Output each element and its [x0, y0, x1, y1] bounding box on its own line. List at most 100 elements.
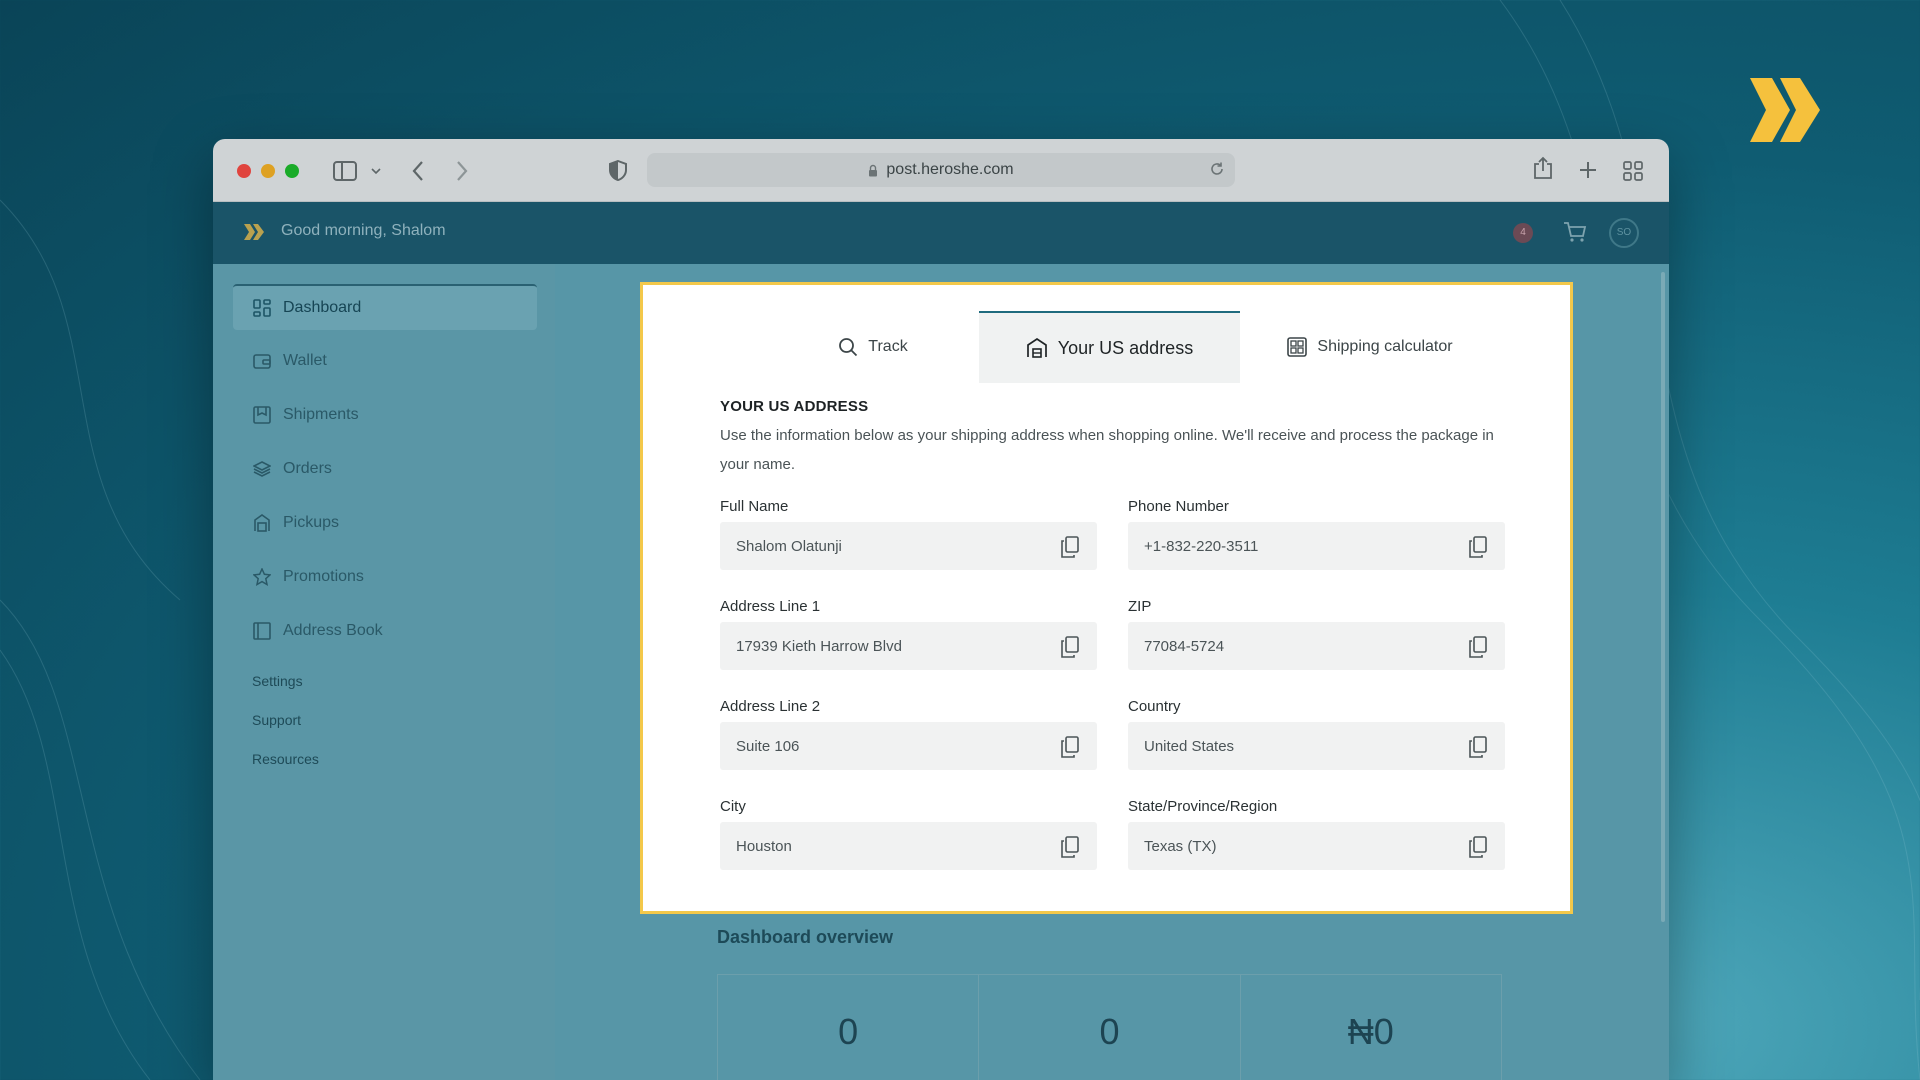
field-value-box[interactable]: +1-832-220-3511	[1128, 522, 1505, 570]
country-field: Country United States	[1128, 698, 1505, 770]
overview-stats: 0 0 ₦0	[717, 974, 1502, 1080]
section-title: YOUR US ADDRESS	[720, 398, 869, 415]
settings-link[interactable]: Settings	[252, 673, 319, 712]
field-label: City	[720, 798, 746, 815]
tab-us-address[interactable]: Your US address	[979, 311, 1240, 383]
notification-badge[interactable]: 4	[1513, 223, 1533, 243]
zip-field: ZIP 77084-5724	[1128, 598, 1505, 670]
minimize-window-button[interactable]	[261, 164, 275, 178]
tab-label: Your US address	[1057, 337, 1194, 358]
lock-icon	[869, 164, 878, 176]
tab-overview-icon[interactable]	[1623, 161, 1643, 181]
address-bar[interactable]: post.heroshe.com	[647, 153, 1235, 187]
field-value: Suite 106	[736, 737, 800, 755]
sidebar-item-label: Promotions	[283, 568, 364, 585]
field-label: Phone Number	[1128, 498, 1229, 515]
address-content: YOUR US ADDRESS Use the information belo…	[720, 398, 1505, 870]
forward-icon[interactable]	[455, 160, 469, 182]
field-value-box[interactable]: Texas (TX)	[1128, 822, 1505, 870]
pickup-icon	[254, 514, 270, 532]
stat-value: 0	[979, 975, 1241, 1080]
new-tab-icon[interactable]	[1579, 161, 1597, 179]
stat-value: 0	[718, 975, 980, 1080]
shield-icon[interactable]	[609, 160, 627, 181]
tab-shipping-calculator[interactable]: Shipping calculator	[1240, 311, 1500, 383]
chevron-down-icon[interactable]	[371, 167, 381, 175]
close-window-button[interactable]	[237, 164, 251, 178]
calculator-icon	[1287, 337, 1308, 357]
field-value-box[interactable]: United States	[1128, 722, 1505, 770]
field-label: Country	[1128, 698, 1181, 715]
sidebar-item-pickups[interactable]: Pickups	[233, 500, 537, 546]
copy-icon[interactable]	[1467, 735, 1489, 759]
reload-icon[interactable]	[1209, 161, 1225, 177]
us-address-card: Track Your US address Shipping calculato…	[640, 282, 1573, 914]
resources-link[interactable]: Resources	[252, 751, 319, 790]
shipments-icon	[253, 406, 271, 424]
copy-icon[interactable]	[1467, 535, 1489, 559]
field-value-box[interactable]: Houston	[720, 822, 1097, 870]
avatar[interactable]: SO	[1609, 218, 1639, 248]
sidebar: Dashboard Wallet Shipments Orders Pickup…	[213, 264, 555, 1080]
sidebar-toggle-icon[interactable]	[333, 161, 357, 181]
overview-title: Dashboard overview	[717, 927, 894, 947]
field-value-box[interactable]: Shalom Olatunji	[720, 522, 1097, 570]
copy-icon[interactable]	[1059, 735, 1081, 759]
field-value-box[interactable]: 17939 Kieth Harrow Blvd	[720, 622, 1097, 670]
field-value: Shalom Olatunji	[736, 537, 842, 555]
field-value-box[interactable]: 77084-5724	[1128, 622, 1505, 670]
tab-bar: Track Your US address Shipping calculato…	[643, 311, 1570, 383]
app-logo-icon[interactable]	[243, 223, 265, 241]
address-line-1-field: Address Line 1 17939 Kieth Harrow Blvd	[720, 598, 1097, 670]
sidebar-item-dashboard[interactable]: Dashboard	[233, 284, 537, 330]
book-icon	[253, 622, 271, 640]
state-field: State/Province/Region Texas (TX)	[1128, 798, 1505, 870]
support-link[interactable]: Support	[252, 712, 319, 751]
tab-track[interactable]: Track	[743, 311, 1003, 383]
sidebar-item-label: Dashboard	[283, 299, 362, 316]
sidebar-item-label: Wallet	[283, 352, 327, 369]
url-text: post.heroshe.com	[886, 161, 1014, 178]
city-field: City Houston	[720, 798, 1097, 870]
field-value-box[interactable]: Suite 106	[720, 722, 1097, 770]
sidebar-item-address-book[interactable]: Address Book	[233, 608, 537, 654]
copy-icon[interactable]	[1059, 835, 1081, 859]
sidebar-nav: Dashboard Wallet Shipments Orders Pickup…	[233, 284, 537, 662]
tab-label: Shipping calculator	[1317, 338, 1453, 355]
star-icon	[253, 568, 271, 586]
scrollbar[interactable]	[1661, 272, 1665, 922]
dashboard-icon	[253, 299, 271, 317]
search-icon	[839, 338, 858, 357]
browser-toolbar: post.heroshe.com	[213, 139, 1669, 202]
sidebar-item-wallet[interactable]: Wallet	[233, 338, 537, 384]
copy-icon[interactable]	[1059, 535, 1081, 559]
share-icon[interactable]	[1533, 156, 1553, 180]
top-bar: Good morning, Shalom 4 SO	[213, 202, 1669, 264]
sidebar-item-orders[interactable]: Orders	[233, 446, 537, 492]
copy-icon[interactable]	[1059, 635, 1081, 659]
back-icon[interactable]	[411, 160, 425, 182]
field-label: Full Name	[720, 498, 789, 515]
warehouse-icon	[1026, 338, 1047, 358]
full-name-field: Full Name Shalom Olatunji	[720, 498, 1097, 570]
sidebar-item-label: Address Book	[283, 622, 383, 639]
sidebar-item-label: Shipments	[283, 406, 359, 423]
sidebar-item-label: Orders	[283, 460, 332, 477]
field-value: Texas (TX)	[1144, 837, 1217, 855]
tab-label: Track	[868, 338, 908, 355]
copy-icon[interactable]	[1467, 635, 1489, 659]
field-value: 77084-5724	[1144, 637, 1225, 655]
field-value: United States	[1144, 737, 1235, 755]
field-value: +1-832-220-3511	[1144, 537, 1259, 555]
phone-number-field: Phone Number +1-832-220-3511	[1128, 498, 1505, 570]
copy-icon[interactable]	[1467, 835, 1489, 859]
sidebar-item-shipments[interactable]: Shipments	[233, 392, 537, 438]
layers-icon	[253, 461, 271, 477]
sidebar-item-promotions[interactable]: Promotions	[233, 554, 537, 600]
sidebar-item-label: Pickups	[283, 514, 340, 531]
field-label: Address Line 1	[720, 598, 821, 615]
maximize-window-button[interactable]	[285, 164, 299, 178]
cart-icon[interactable]	[1563, 221, 1587, 243]
field-label: Address Line 2	[720, 698, 821, 715]
window-controls	[237, 164, 299, 178]
